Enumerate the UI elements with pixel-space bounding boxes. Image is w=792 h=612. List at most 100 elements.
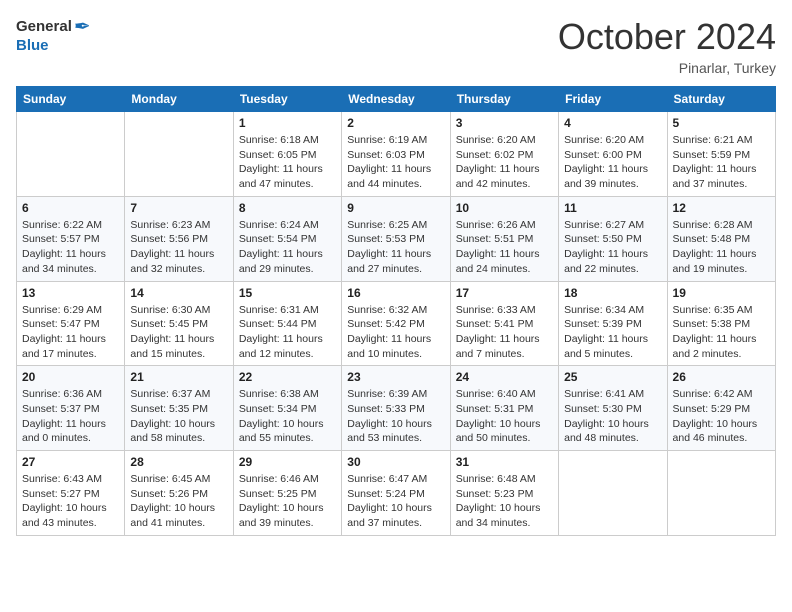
calendar-cell: 24 Sunrise: 6:40 AMSunset: 5:31 PMDayligh… (450, 366, 558, 451)
calendar-cell: 28 Sunrise: 6:45 AMSunset: 5:26 PMDayligh… (125, 451, 233, 536)
day-info: Sunrise: 6:42 AMSunset: 5:29 PMDaylight:… (673, 387, 770, 446)
day-number: 21 (130, 370, 227, 384)
calendar-cell: 2Sunrise: 6:19 AMSunset: 6:03 PMDaylight… (342, 112, 450, 197)
day-info: Sunrise: 6:25 AMSunset: 5:53 PMDaylight:… (347, 218, 444, 277)
calendar-cell: 29 Sunrise: 6:46 AMSunset: 5:25 PMDayligh… (233, 451, 341, 536)
day-number: 4 (564, 116, 661, 130)
calendar-cell: 14 Sunrise: 6:30 AMSunset: 5:45 PMDayligh… (125, 281, 233, 366)
day-number: 15 (239, 286, 336, 300)
day-number: 17 (456, 286, 553, 300)
day-info: Sunrise: 6:38 AMSunset: 5:34 PMDaylight:… (239, 387, 336, 446)
day-info: Sunrise: 6:45 AMSunset: 5:26 PMDaylight:… (130, 472, 227, 531)
calendar-cell: 18 Sunrise: 6:34 AMSunset: 5:39 PMDayligh… (559, 281, 667, 366)
day-info: Sunrise: 6:24 AMSunset: 5:54 PMDaylight:… (239, 218, 336, 277)
logo: General ✒ Blue (16, 16, 91, 55)
logo-blue: Blue (16, 38, 91, 55)
day-number: 9 (347, 201, 444, 215)
calendar-cell: 9 Sunrise: 6:25 AMSunset: 5:53 PMDaylight… (342, 196, 450, 281)
weekday-header: Saturday (667, 87, 775, 112)
calendar-cell: 12 Sunrise: 6:28 AMSunset: 5:48 PMDayligh… (667, 196, 775, 281)
weekday-header: Tuesday (233, 87, 341, 112)
day-number: 11 (564, 201, 661, 215)
calendar-cell: 6Sunrise: 6:22 AMSunset: 5:57 PMDaylight… (17, 196, 125, 281)
calendar-cell: 4Sunrise: 6:20 AMSunset: 6:00 PMDaylight… (559, 112, 667, 197)
location: Pinarlar, Turkey (558, 60, 776, 76)
day-number: 18 (564, 286, 661, 300)
day-info: Sunrise: 6:35 AMSunset: 5:38 PMDaylight:… (673, 303, 770, 362)
weekday-header: Thursday (450, 87, 558, 112)
calendar-cell: 15 Sunrise: 6:31 AMSunset: 5:44 PMDayligh… (233, 281, 341, 366)
day-number: 16 (347, 286, 444, 300)
day-number: 20 (22, 370, 119, 384)
day-number: 26 (673, 370, 770, 384)
calendar-cell: 23 Sunrise: 6:39 AMSunset: 5:33 PMDayligh… (342, 366, 450, 451)
calendar-cell (559, 451, 667, 536)
day-info: Sunrise: 6:41 AMSunset: 5:30 PMDaylight:… (564, 387, 661, 446)
day-info: Sunrise: 6:26 AMSunset: 5:51 PMDaylight:… (456, 218, 553, 277)
day-info: Sunrise: 6:39 AMSunset: 5:33 PMDaylight:… (347, 387, 444, 446)
day-info: Sunrise: 6:31 AMSunset: 5:44 PMDaylight:… (239, 303, 336, 362)
day-info: Sunrise: 6:37 AMSunset: 5:35 PMDaylight:… (130, 387, 227, 446)
calendar-cell (125, 112, 233, 197)
day-info: Sunrise: 6:21 AMSunset: 5:59 PMDaylight:… (673, 133, 770, 192)
day-number: 10 (456, 201, 553, 215)
day-number: 28 (130, 455, 227, 469)
calendar-week-row: 20 Sunrise: 6:36 AMSunset: 5:37 PMDayligh… (17, 366, 776, 451)
calendar-cell: 27Sunrise: 6:43 AMSunset: 5:27 PMDayligh… (17, 451, 125, 536)
day-info: Sunrise: 6:40 AMSunset: 5:31 PMDaylight:… (456, 387, 553, 446)
day-number: 24 (456, 370, 553, 384)
calendar-cell: 10 Sunrise: 6:26 AMSunset: 5:51 PMDayligh… (450, 196, 558, 281)
calendar-cell (17, 112, 125, 197)
weekday-header: Sunday (17, 87, 125, 112)
day-info: Sunrise: 6:20 AMSunset: 6:02 PMDaylight:… (456, 133, 553, 192)
day-number: 31 (456, 455, 553, 469)
day-number: 7 (130, 201, 227, 215)
day-info: Sunrise: 6:27 AMSunset: 5:50 PMDaylight:… (564, 218, 661, 277)
calendar-cell: 25Sunrise: 6:41 AMSunset: 5:30 PMDayligh… (559, 366, 667, 451)
calendar-cell: 11 Sunrise: 6:27 AMSunset: 5:50 PMDayligh… (559, 196, 667, 281)
calendar-cell: 30 Sunrise: 6:47 AMSunset: 5:24 PMDayligh… (342, 451, 450, 536)
day-info: Sunrise: 6:32 AMSunset: 5:42 PMDaylight:… (347, 303, 444, 362)
calendar-cell: 19Sunrise: 6:35 AMSunset: 5:38 PMDayligh… (667, 281, 775, 366)
day-info: Sunrise: 6:29 AMSunset: 5:47 PMDaylight:… (22, 303, 119, 362)
day-number: 12 (673, 201, 770, 215)
day-info: Sunrise: 6:23 AMSunset: 5:56 PMDaylight:… (130, 218, 227, 277)
day-info: Sunrise: 6:47 AMSunset: 5:24 PMDaylight:… (347, 472, 444, 531)
day-info: Sunrise: 6:46 AMSunset: 5:25 PMDaylight:… (239, 472, 336, 531)
weekday-header: Friday (559, 87, 667, 112)
weekday-header: Wednesday (342, 87, 450, 112)
day-info: Sunrise: 6:48 AMSunset: 5:23 PMDaylight:… (456, 472, 553, 531)
calendar-cell: 31 Sunrise: 6:48 AMSunset: 5:23 PMDayligh… (450, 451, 558, 536)
calendar-cell: 22 Sunrise: 6:38 AMSunset: 5:34 PMDayligh… (233, 366, 341, 451)
month-title: October 2024 (558, 16, 776, 58)
page-header: General ✒ Blue October 2024 Pinarlar, Tu… (16, 16, 776, 76)
calendar-cell: 5Sunrise: 6:21 AMSunset: 5:59 PMDaylight… (667, 112, 775, 197)
calendar-cell: 17Sunrise: 6:33 AMSunset: 5:41 PMDayligh… (450, 281, 558, 366)
logo-bird-icon: ✒ (74, 16, 91, 38)
calendar-cell: 20 Sunrise: 6:36 AMSunset: 5:37 PMDayligh… (17, 366, 125, 451)
day-number: 14 (130, 286, 227, 300)
calendar-week-row: 13 Sunrise: 6:29 AMSunset: 5:47 PMDayligh… (17, 281, 776, 366)
day-info: Sunrise: 6:30 AMSunset: 5:45 PMDaylight:… (130, 303, 227, 362)
calendar-table: SundayMondayTuesdayWednesdayThursdayFrid… (16, 86, 776, 536)
day-number: 30 (347, 455, 444, 469)
calendar-cell (667, 451, 775, 536)
weekday-header: Monday (125, 87, 233, 112)
day-info: Sunrise: 6:22 AMSunset: 5:57 PMDaylight:… (22, 218, 119, 277)
calendar-cell: 13 Sunrise: 6:29 AMSunset: 5:47 PMDayligh… (17, 281, 125, 366)
day-info: Sunrise: 6:43 AMSunset: 5:27 PMDaylight:… (22, 472, 119, 531)
calendar-cell: 1Sunrise: 6:18 AMSunset: 6:05 PMDaylight… (233, 112, 341, 197)
day-info: Sunrise: 6:28 AMSunset: 5:48 PMDaylight:… (673, 218, 770, 277)
day-info: Sunrise: 6:34 AMSunset: 5:39 PMDaylight:… (564, 303, 661, 362)
calendar-week-row: 6Sunrise: 6:22 AMSunset: 5:57 PMDaylight… (17, 196, 776, 281)
day-number: 29 (239, 455, 336, 469)
calendar-cell: 21 Sunrise: 6:37 AMSunset: 5:35 PMDayligh… (125, 366, 233, 451)
day-number: 23 (347, 370, 444, 384)
calendar-week-row: 1Sunrise: 6:18 AMSunset: 6:05 PMDaylight… (17, 112, 776, 197)
day-number: 22 (239, 370, 336, 384)
logo-general: General (16, 19, 72, 36)
day-info: Sunrise: 6:36 AMSunset: 5:37 PMDaylight:… (22, 387, 119, 446)
day-number: 13 (22, 286, 119, 300)
day-number: 8 (239, 201, 336, 215)
day-number: 2 (347, 116, 444, 130)
